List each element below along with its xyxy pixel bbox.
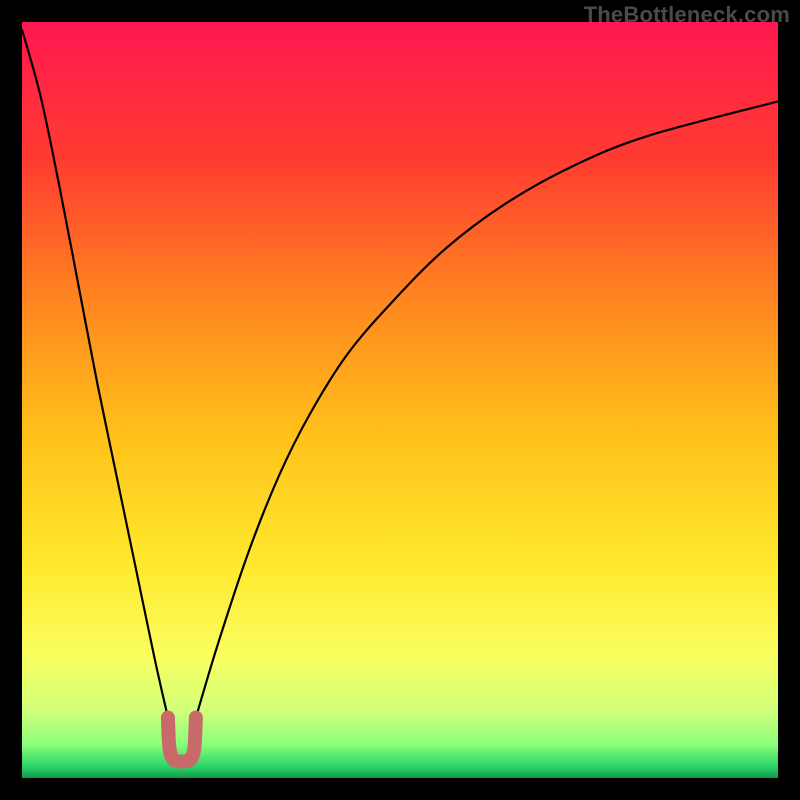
watermark-text: TheBottleneck.com [584, 2, 790, 28]
chart-background [22, 22, 778, 778]
chart-stage: TheBottleneck.com [0, 0, 800, 800]
chart-svg [22, 22, 778, 778]
